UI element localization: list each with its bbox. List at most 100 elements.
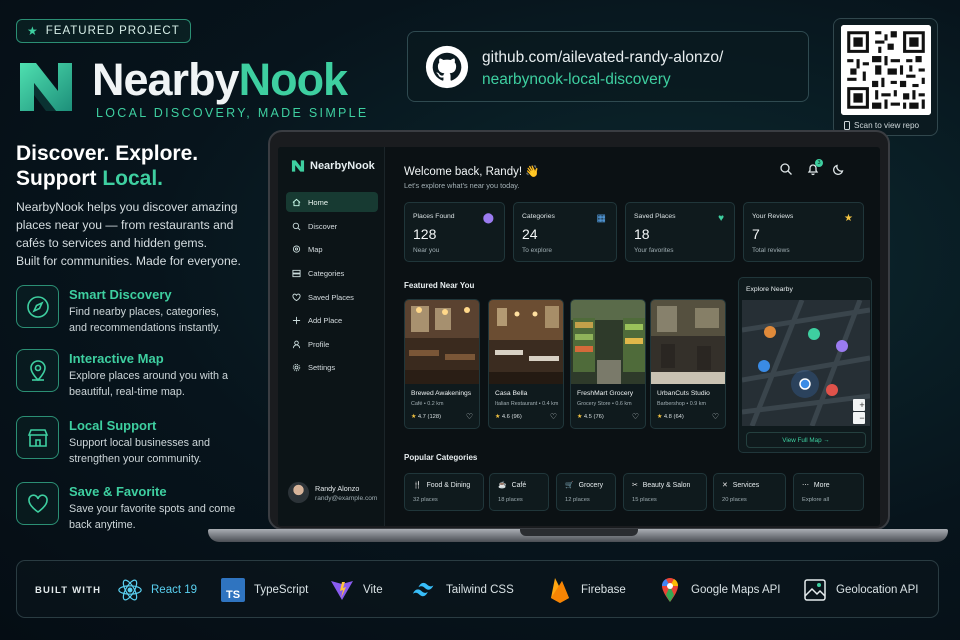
repo-link[interactable]: github.com/ailevated-randy-alonzo/ nearb… xyxy=(407,31,809,102)
tech-tailwind: Tailwind CSS xyxy=(412,575,514,605)
zoom-out-button[interactable]: − xyxy=(856,412,868,424)
featured-badge: ★ FEATURED PROJECT xyxy=(16,19,191,43)
built-with-label: BUILT WITH xyxy=(35,585,102,596)
main-content: Welcome back, Randy! 👋 Let's explore wha… xyxy=(395,147,880,526)
stat-categories[interactable]: Categories 24 To explore ▦ xyxy=(513,202,617,262)
scissors-icon: ✂ xyxy=(632,482,638,489)
cart-icon: 🛒 xyxy=(565,482,574,489)
qr-caption: Scan to view repo xyxy=(844,121,919,130)
heart-icon[interactable]: ♡ xyxy=(712,412,719,421)
feature-smart-discovery: Smart Discovery Find nearby places, cate… xyxy=(16,285,246,335)
welcome-subtitle: Let's explore what's near you today. xyxy=(404,181,520,190)
heart-icon[interactable]: ♡ xyxy=(466,412,473,421)
plus-icon xyxy=(292,316,301,324)
category-food-dining[interactable]: 🍴 Food & Dining 32 places xyxy=(404,473,484,511)
search-icon[interactable] xyxy=(779,162,793,176)
moon-icon[interactable] xyxy=(832,162,846,176)
more-icon: ⋯ xyxy=(802,482,809,489)
react-icon xyxy=(117,577,143,603)
place-photo xyxy=(651,300,725,384)
category-more[interactable]: ⋯ More Explore all xyxy=(793,473,864,511)
pin-icon: ⬤ xyxy=(482,213,494,224)
map-icon xyxy=(292,244,301,253)
repo-url-line1: github.com/ailevated-randy-alonzo/ xyxy=(482,49,724,66)
heart-icon[interactable]: ♡ xyxy=(632,412,639,421)
sidebar-item-settings[interactable]: Settings xyxy=(286,357,378,377)
search-icon xyxy=(292,222,301,230)
user-profile[interactable]: Randy Alonzo randy@example.com xyxy=(288,482,377,503)
category-grocery[interactable]: 🛒 Grocery 12 places xyxy=(556,473,616,511)
nearbynook-logo-icon xyxy=(291,160,305,172)
star-icon: ★ xyxy=(411,414,417,420)
place-card[interactable]: Brewed Awakenings Café • 0.2 km ★ 4.7 (12… xyxy=(404,299,480,429)
nearby-map[interactable] xyxy=(742,300,870,426)
heart-icon: ♥ xyxy=(718,213,724,224)
stat-places-found[interactable]: Places Found 128 Near you ⬤ xyxy=(404,202,505,262)
tech-google-maps: Google Maps API xyxy=(657,575,781,605)
heart-icon xyxy=(16,482,59,525)
sidebar: NearbyNook Home Discover Map Categories … xyxy=(278,147,385,526)
gear-icon xyxy=(292,363,301,371)
explore-nearby-map-card: Explore Nearby + − View Full Map → xyxy=(738,277,872,453)
tech-firebase: Firebase xyxy=(547,575,626,605)
zoom-in-button[interactable]: + xyxy=(856,399,868,411)
grid-icon: ▦ xyxy=(596,213,606,224)
sidebar-item-discover[interactable]: Discover xyxy=(286,216,378,236)
compass-icon xyxy=(16,285,59,328)
feature-save-favorite: Save & Favorite Save your favorite spots… xyxy=(16,482,246,532)
brand-tagline: LOCAL DISCOVERY, MADE SIMPLE xyxy=(96,106,369,120)
heart-icon xyxy=(292,293,301,301)
tech-vite: Vite xyxy=(329,575,383,605)
star-icon: ★ xyxy=(657,414,663,420)
star-icon: ★ xyxy=(495,414,501,420)
category-beauty-salon[interactable]: ✂ Beauty & Salon 15 places xyxy=(623,473,707,511)
stat-your-reviews[interactable]: Your Reviews 7 Total reviews ★ xyxy=(743,202,864,262)
sidebar-item-profile[interactable]: Profile xyxy=(286,334,378,354)
tools-icon: ✕ xyxy=(722,482,728,489)
category-cafe[interactable]: ☕ Café 18 places xyxy=(489,473,549,511)
app-logo[interactable]: NearbyNook xyxy=(291,159,375,173)
sidebar-item-categories[interactable]: Categories xyxy=(286,263,378,283)
firebase-icon xyxy=(547,577,573,603)
notification-badge: 3 xyxy=(815,159,823,167)
sidebar-item-add-place[interactable]: Add Place xyxy=(286,310,378,330)
geolocation-icon xyxy=(802,577,828,603)
github-icon xyxy=(425,45,469,89)
place-photo xyxy=(489,300,563,384)
intro-text: NearbyNook helps you discover amazing pl… xyxy=(16,200,238,250)
coffee-icon: ☕ xyxy=(498,482,507,489)
storefront-icon xyxy=(16,416,59,459)
headline: Discover. Explore. Support Local. xyxy=(16,142,199,190)
stat-saved-places[interactable]: Saved Places 18 Your favorites ♥ xyxy=(625,202,735,262)
star-icon: ★ xyxy=(844,213,853,224)
star-icon: ★ xyxy=(27,24,39,38)
place-card[interactable]: Casa Bella Italian Restaurant • 0.4 km ★ … xyxy=(488,299,564,429)
category-services[interactable]: ✕ Services 20 places xyxy=(713,473,786,511)
sidebar-item-map[interactable]: Map xyxy=(286,239,378,259)
place-card[interactable]: FreshMart Grocery Grocery Store • 0.6 km … xyxy=(570,299,646,429)
phone-icon xyxy=(844,121,850,130)
welcome-heading: Welcome back, Randy! 👋 xyxy=(404,166,540,178)
tech-typescript: TS TypeScript xyxy=(220,575,308,605)
home-icon xyxy=(292,198,301,206)
nearbynook-logo-icon xyxy=(20,63,72,111)
brand-name: NearbyNook xyxy=(92,54,348,105)
laptop-frame: NearbyNook Home Discover Map Categories … xyxy=(268,130,890,530)
sidebar-item-saved-places[interactable]: Saved Places xyxy=(286,287,378,307)
sidebar-item-home[interactable]: Home xyxy=(286,192,378,212)
qr-code[interactable] xyxy=(841,25,931,115)
categories-title: Popular Categories xyxy=(404,453,478,462)
fork-knife-icon: 🍴 xyxy=(413,482,422,489)
user-icon xyxy=(292,340,301,348)
typescript-icon: TS xyxy=(220,577,246,603)
tailwind-icon xyxy=(412,577,438,603)
view-full-map-button[interactable]: View Full Map → xyxy=(746,432,866,448)
avatar xyxy=(288,482,309,503)
laptop-notch xyxy=(520,529,638,536)
place-card[interactable]: UrbanCuts Studio Barbershop • 0.9 km ★ 4.… xyxy=(650,299,726,429)
heart-icon[interactable]: ♡ xyxy=(550,412,557,421)
featured-title: Featured Near You xyxy=(404,281,475,290)
vite-icon xyxy=(329,577,355,603)
built-with-bar: BUILT WITH React 19 TS TypeScript Vite T… xyxy=(16,560,939,618)
svg-text:TS: TS xyxy=(226,589,240,601)
